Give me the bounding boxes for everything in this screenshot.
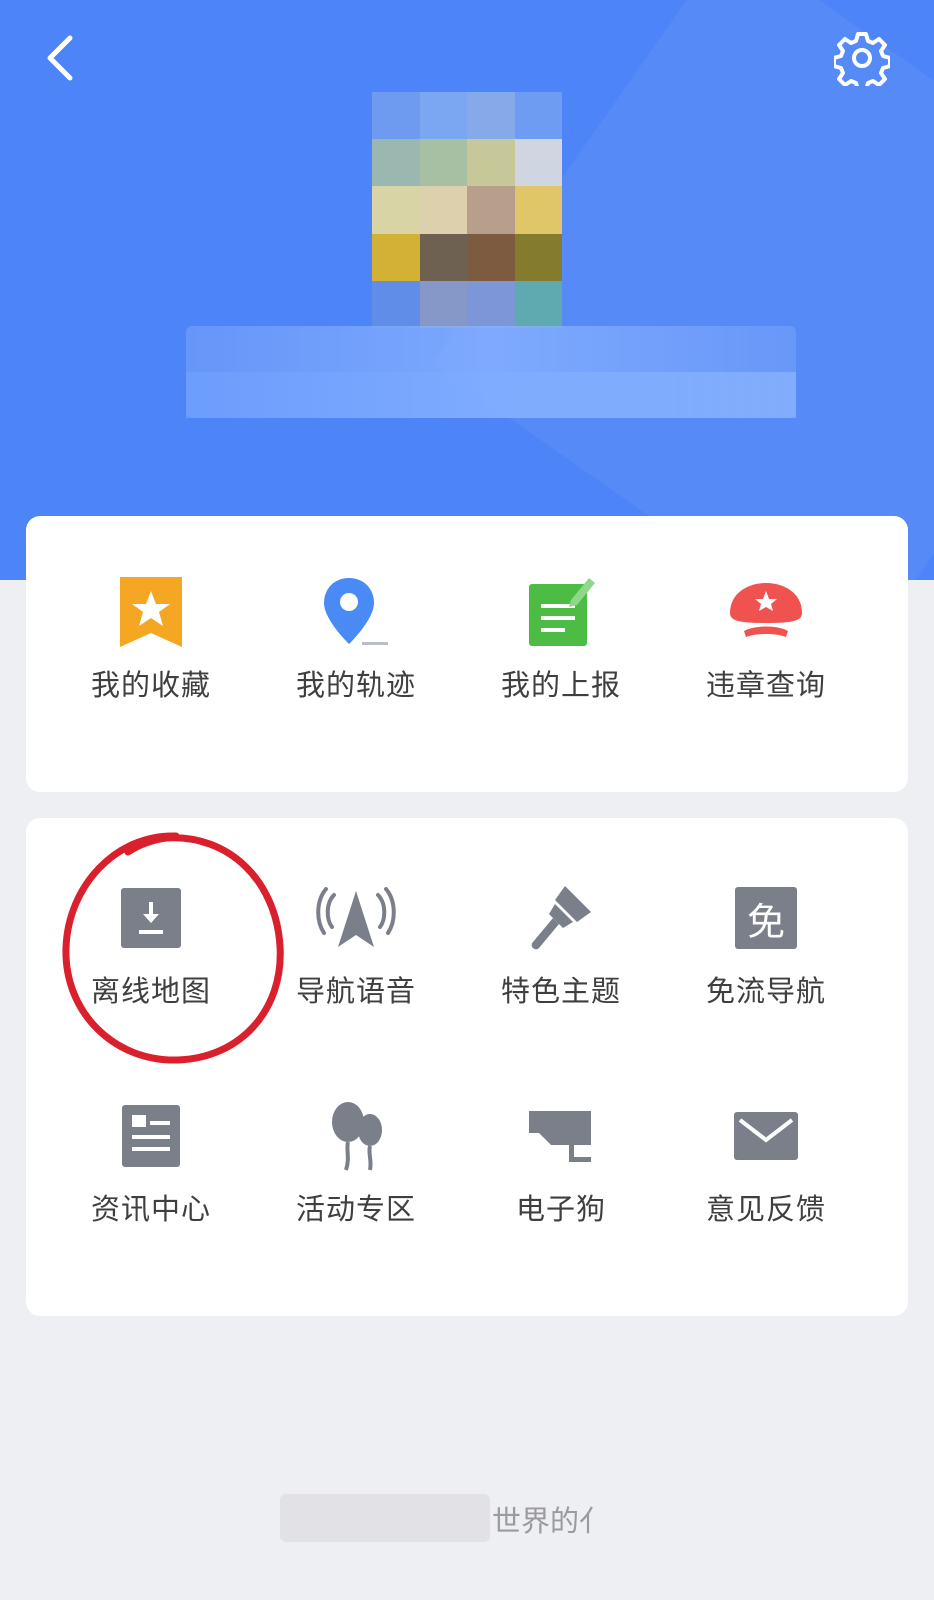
bookmark-star-icon <box>120 577 182 647</box>
feedback-label: 意见反馈 <box>705 1192 826 1226</box>
themes-button[interactable]: 特色主题 <box>456 848 666 1028</box>
footer-blurred-text <box>280 1494 490 1542</box>
speed-camera-button[interactable]: 电子狗 <box>456 1066 666 1246</box>
profile-header <box>0 0 934 580</box>
username-blurred <box>186 326 796 418</box>
free-data-nav-label: 免流导航 <box>705 974 826 1008</box>
my-favorites-button[interactable]: 我的收藏 <box>46 542 256 722</box>
my-favorites-label: 我的收藏 <box>90 668 211 702</box>
my-track-button[interactable]: 我的轨迹 <box>251 542 461 722</box>
events-button[interactable]: 活动专区 <box>251 1066 461 1246</box>
settings-button[interactable] <box>832 30 892 92</box>
report-note-icon <box>529 578 595 646</box>
mail-icon <box>734 1112 798 1160</box>
my-track-label: 我的轨迹 <box>295 668 416 702</box>
location-pin-icon <box>324 578 388 645</box>
quick-actions-card: 我的收藏 我的轨迹 我的上报 违章查询 <box>26 516 908 792</box>
news-icon <box>122 1105 180 1167</box>
my-reports-label: 我的上报 <box>500 668 621 702</box>
paint-brush-icon <box>531 886 591 950</box>
footer-slogan: 世界的亻 <box>492 1504 609 1538</box>
avatar[interactable] <box>372 92 562 328</box>
news-center-label: 资讯中心 <box>90 1192 211 1226</box>
violation-query-label: 违章查询 <box>705 668 826 702</box>
free-data-icon: 免 <box>735 887 797 949</box>
download-icon <box>121 888 181 948</box>
navigation-arrow-icon <box>316 887 396 947</box>
gear-icon <box>832 32 892 92</box>
police-cap-icon <box>730 583 802 637</box>
feedback-button[interactable]: 意见反馈 <box>661 1066 871 1246</box>
themes-label: 特色主题 <box>500 974 621 1008</box>
free-data-nav-button[interactable]: 免 免流导航 <box>661 848 871 1028</box>
camera-icon <box>529 1111 591 1162</box>
my-reports-button[interactable]: 我的上报 <box>456 542 666 722</box>
chevron-left-icon <box>47 35 73 81</box>
back-button[interactable] <box>38 30 88 86</box>
speed-camera-label: 电子狗 <box>515 1192 606 1226</box>
offline-map-label: 离线地图 <box>90 974 211 1008</box>
balloons-icon <box>332 1102 382 1171</box>
nav-voice-button[interactable]: 导航语音 <box>251 848 461 1028</box>
violation-query-button[interactable]: 违章查询 <box>661 542 871 722</box>
news-center-button[interactable]: 资讯中心 <box>46 1066 256 1246</box>
offline-map-button[interactable]: 离线地图 <box>46 848 256 1028</box>
tools-card: 离线地图 导航语音 特色主题 免 免流导航 资讯中心 活动专区 电子狗 意见反馈 <box>26 818 908 1316</box>
nav-voice-label: 导航语音 <box>295 974 416 1008</box>
free-data-glyph: 免 <box>746 899 785 944</box>
events-label: 活动专区 <box>295 1192 416 1226</box>
